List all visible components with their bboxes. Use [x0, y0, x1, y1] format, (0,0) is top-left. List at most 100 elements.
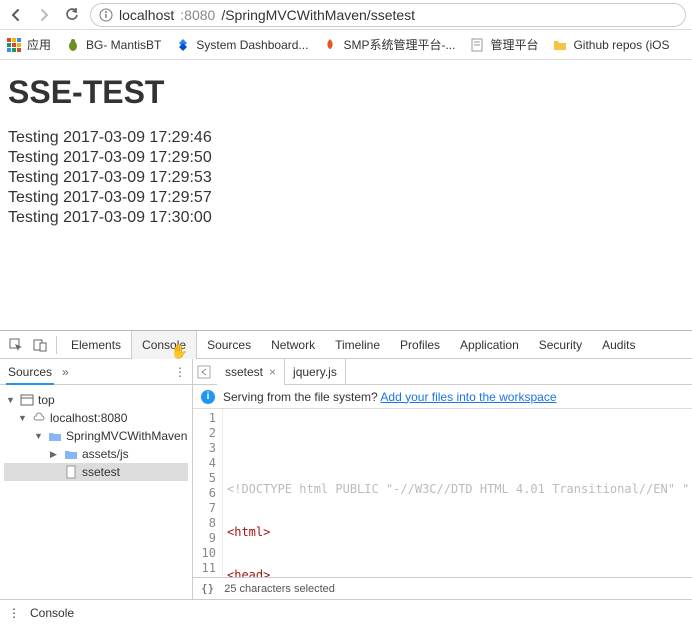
bookmark-label: 管理平台 — [490, 36, 538, 53]
tab-application[interactable]: Application — [450, 331, 529, 359]
tree-label: SpringMVCWithMaven — [66, 429, 187, 443]
devtools-tabs: Elements Console ✋ Sources Network Timel… — [0, 331, 692, 359]
page-content: SSE-TEST Testing 2017-03-09 17:29:46 Tes… — [0, 60, 692, 330]
log-line: Testing 2017-03-09 17:29:57 — [8, 189, 684, 207]
info-link[interactable]: Add your files into the workspace — [380, 390, 556, 404]
url-host: localhost — [119, 7, 174, 23]
more-tabs[interactable]: » — [62, 365, 69, 379]
url-path: /SpringMVCWithMaven/ssetest — [221, 7, 415, 23]
code-editor[interactable]: 1 2 3 4 5 6 7 8 9 10 11 <!DOCTYPE html P… — [193, 409, 692, 577]
bug-icon — [65, 37, 81, 53]
log-line: Testing 2017-03-09 17:30:00 — [8, 209, 684, 227]
tab-elements[interactable]: Elements — [61, 331, 131, 359]
tab-audits[interactable]: Audits — [592, 331, 645, 359]
divider — [56, 336, 57, 354]
tree-file[interactable]: ssetest — [4, 463, 188, 481]
tab-sources[interactable]: Sources — [197, 331, 261, 359]
bookmark-item[interactable]: Github repos (iOS — [552, 37, 669, 53]
back-button[interactable] — [6, 5, 26, 25]
folder-icon — [552, 37, 568, 53]
arrow-left-icon — [8, 7, 24, 23]
tree-label: top — [38, 393, 55, 407]
tab-network[interactable]: Network — [261, 331, 325, 359]
code-lines: <!DOCTYPE html PUBLIC "-//W3C//DTD HTML … — [223, 409, 692, 577]
tab-security[interactable]: Security — [529, 331, 592, 359]
file-tree: ▼ top ▼ localhost:8080 ▼ SpringMVCWithMa… — [0, 385, 192, 487]
url-port: :8080 — [180, 7, 215, 23]
apps-button[interactable]: 应用 — [6, 36, 51, 53]
sources-main: ssetest × jquery.js i Serving from the f… — [193, 359, 692, 599]
file-tab-label: ssetest — [225, 365, 263, 379]
line-gutter: 1 2 3 4 5 6 7 8 9 10 11 — [193, 409, 223, 577]
tree-subfolder[interactable]: ▶ assets/js — [4, 445, 188, 463]
flame-icon — [322, 37, 338, 53]
drawer-tab-console[interactable]: Console — [30, 606, 74, 620]
chevron-down-icon: ▼ — [34, 431, 44, 441]
tree-label: localhost:8080 — [50, 411, 127, 425]
info-bar: i Serving from the file system? Add your… — [193, 385, 692, 409]
chevron-down-icon: ▼ — [18, 413, 28, 423]
info-icon — [99, 8, 113, 22]
tree-label: assets/js — [82, 447, 129, 461]
folder-icon — [48, 429, 62, 443]
devtools-body: Sources » ⋮ ▼ top ▼ localhost:8080 ▼ — [0, 359, 692, 599]
file-tab-ssetest[interactable]: ssetest × — [217, 359, 285, 385]
jira-icon — [175, 37, 191, 53]
arrow-right-icon — [36, 7, 52, 23]
cloud-icon — [32, 411, 46, 425]
tab-profiles[interactable]: Profiles — [390, 331, 450, 359]
bookmark-label: BG- MantisBT — [86, 38, 161, 52]
kebab-menu-icon[interactable]: ⋮ — [174, 365, 186, 379]
file-tab-jquery[interactable]: jquery.js — [285, 359, 346, 385]
chevron-box-icon — [197, 365, 211, 379]
bookmark-item[interactable]: System Dashboard... — [175, 37, 308, 53]
bookmarks-bar: 应用 BG- MantisBT System Dashboard... SMP系… — [0, 30, 692, 60]
device-button[interactable] — [28, 338, 52, 352]
reload-icon — [64, 7, 80, 23]
device-icon — [33, 338, 47, 352]
file-nav[interactable] — [197, 365, 217, 379]
tab-sources-nav[interactable]: Sources — [6, 359, 54, 385]
log-line: Testing 2017-03-09 17:29:50 — [8, 149, 684, 167]
close-icon[interactable]: × — [269, 365, 276, 379]
reload-button[interactable] — [62, 5, 82, 25]
devtools: Elements Console ✋ Sources Network Timel… — [0, 330, 692, 625]
log-line: Testing 2017-03-09 17:29:46 — [8, 129, 684, 147]
inspect-button[interactable] — [4, 338, 28, 352]
grid-icon — [6, 37, 22, 53]
info-icon: i — [201, 390, 215, 404]
sources-sidebar: Sources » ⋮ ▼ top ▼ localhost:8080 ▼ — [0, 359, 193, 599]
chevron-down-icon: ▼ — [6, 395, 16, 405]
tree-label: ssetest — [82, 465, 120, 479]
kebab-menu-icon[interactable]: ⋮ — [8, 606, 20, 620]
inspect-icon — [9, 338, 23, 352]
tab-console[interactable]: Console ✋ — [131, 331, 197, 359]
sidebar-tabs: Sources » ⋮ — [0, 359, 192, 385]
info-text: Serving from the file system? Add your f… — [223, 390, 557, 404]
bookmark-item[interactable]: SMP系统管理平台-... — [322, 36, 455, 53]
apps-label: 应用 — [27, 36, 51, 53]
editor-status-bar: {} 25 characters selected — [193, 577, 692, 599]
tree-folder[interactable]: ▼ SpringMVCWithMaven — [4, 427, 188, 445]
log-line: Testing 2017-03-09 17:29:53 — [8, 169, 684, 187]
forward-button[interactable] — [34, 5, 54, 25]
pretty-print-button[interactable]: {} — [201, 582, 214, 595]
tree-top[interactable]: ▼ top — [4, 391, 188, 409]
browser-toolbar: localhost :8080/SpringMVCWithMaven/ssetes… — [0, 0, 692, 30]
drawer: ⋮ Console — [0, 599, 692, 625]
bookmark-item[interactable]: 管理平台 — [469, 36, 538, 53]
file-tab-label: jquery.js — [293, 365, 337, 379]
selection-info: 25 characters selected — [224, 583, 335, 595]
tab-timeline[interactable]: Timeline — [325, 331, 390, 359]
bookmark-label: System Dashboard... — [196, 38, 308, 52]
url-bar[interactable]: localhost :8080/SpringMVCWithMaven/ssetes… — [90, 3, 686, 27]
bookmark-item[interactable]: BG- MantisBT — [65, 37, 161, 53]
page-title: SSE-TEST — [8, 74, 684, 111]
file-tabs: ssetest × jquery.js — [193, 359, 692, 385]
file-icon — [64, 465, 78, 479]
folder-icon — [64, 447, 78, 461]
tree-host[interactable]: ▼ localhost:8080 — [4, 409, 188, 427]
bookmark-label: SMP系统管理平台-... — [343, 36, 455, 53]
cursor-icon: ✋ — [171, 337, 188, 365]
chevron-right-icon: ▶ — [50, 449, 60, 460]
